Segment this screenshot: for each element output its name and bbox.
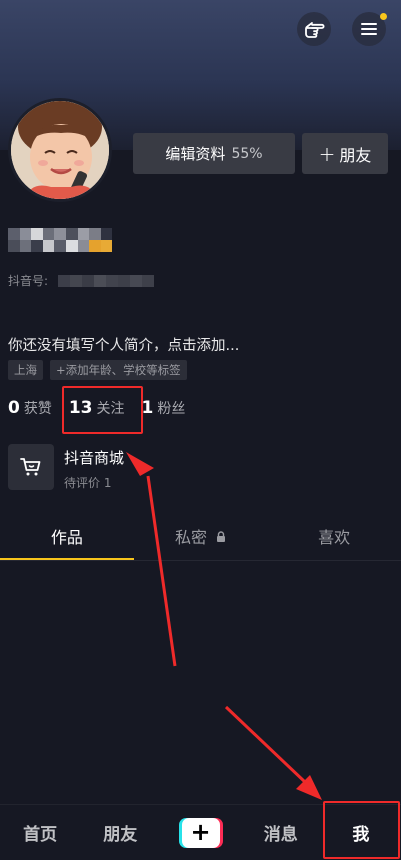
annotation-arrowhead-to-me [296,775,322,800]
tab-works[interactable]: 作品 [0,518,134,560]
plus-icon: + [56,363,66,377]
add-tags-button[interactable]: +添加年龄、学校等标签 [50,360,187,380]
tab-private-label: 私密 [174,528,207,547]
shopping-cart-icon [8,444,54,490]
nav-friends[interactable]: 朋友 [80,820,160,845]
tab-divider [0,560,401,561]
notification-dot [380,13,387,20]
annotation-arrow-to-following [146,475,177,667]
add-tags-label: 添加年龄、学校等标签 [65,363,181,377]
tab-private[interactable]: 私密 [134,518,268,560]
nav-messages[interactable]: 消息 [241,820,321,845]
profile-completion-percent: 55% [231,145,263,162]
edit-profile-label: 编辑资料 [165,145,226,163]
shop-subtitle: 待评价 1 [64,476,112,490]
location-tag[interactable]: 上海 [8,360,43,380]
menu-icon [360,21,378,37]
tab-likes-label: 喜欢 [318,528,351,547]
highlight-box-following [62,386,143,434]
profile-tags: 上海 +添加年龄、学校等标签 [8,360,187,380]
hand-pointing-button[interactable] [297,12,331,46]
plus-icon: + [181,817,220,848]
annotation-arrowhead-to-following [126,452,154,476]
tab-likes[interactable]: 喜欢 [267,518,401,560]
shop-title: 抖音商城 [64,449,125,467]
followers-label: 粉丝 [157,401,186,417]
content-tabs: 作品 私密 喜欢 [0,518,401,560]
edit-profile-button[interactable]: 编辑资料 55% [133,133,295,174]
followers-count: 1 [141,398,154,418]
douyin-id-row[interactable]: 抖音号: [8,272,155,289]
add-friend-button[interactable]: + 朋友 [302,133,388,174]
tab-works-label: 作品 [50,528,83,547]
followers-stat[interactable]: 1 粉丝 [142,398,186,418]
douyin-id-prefix: 抖音号: [8,274,49,288]
annotation-arrow-to-me [224,705,307,784]
likes-label: 获赞 [23,401,52,417]
nickname-blurred [8,228,113,252]
lock-icon [216,518,226,558]
douyin-id-blurred [58,274,155,287]
likes-count: 0 [8,398,20,418]
plus-icon: + [318,141,336,166]
shop-entry[interactable]: 抖音商城 待评价 1 [8,444,124,491]
nav-home[interactable]: 首页 [0,820,80,845]
nav-create[interactable]: + [160,817,240,848]
hand-pointing-icon [303,18,325,40]
add-friend-label: 朋友 [339,145,372,165]
create-plus-button[interactable]: + [178,817,223,848]
avatar[interactable] [8,98,112,202]
highlight-box-me [323,801,400,859]
likes-stat[interactable]: 0 获赞 [8,398,52,418]
bio-text[interactable]: 你还没有填写个人简介，点击添加... [8,334,239,355]
